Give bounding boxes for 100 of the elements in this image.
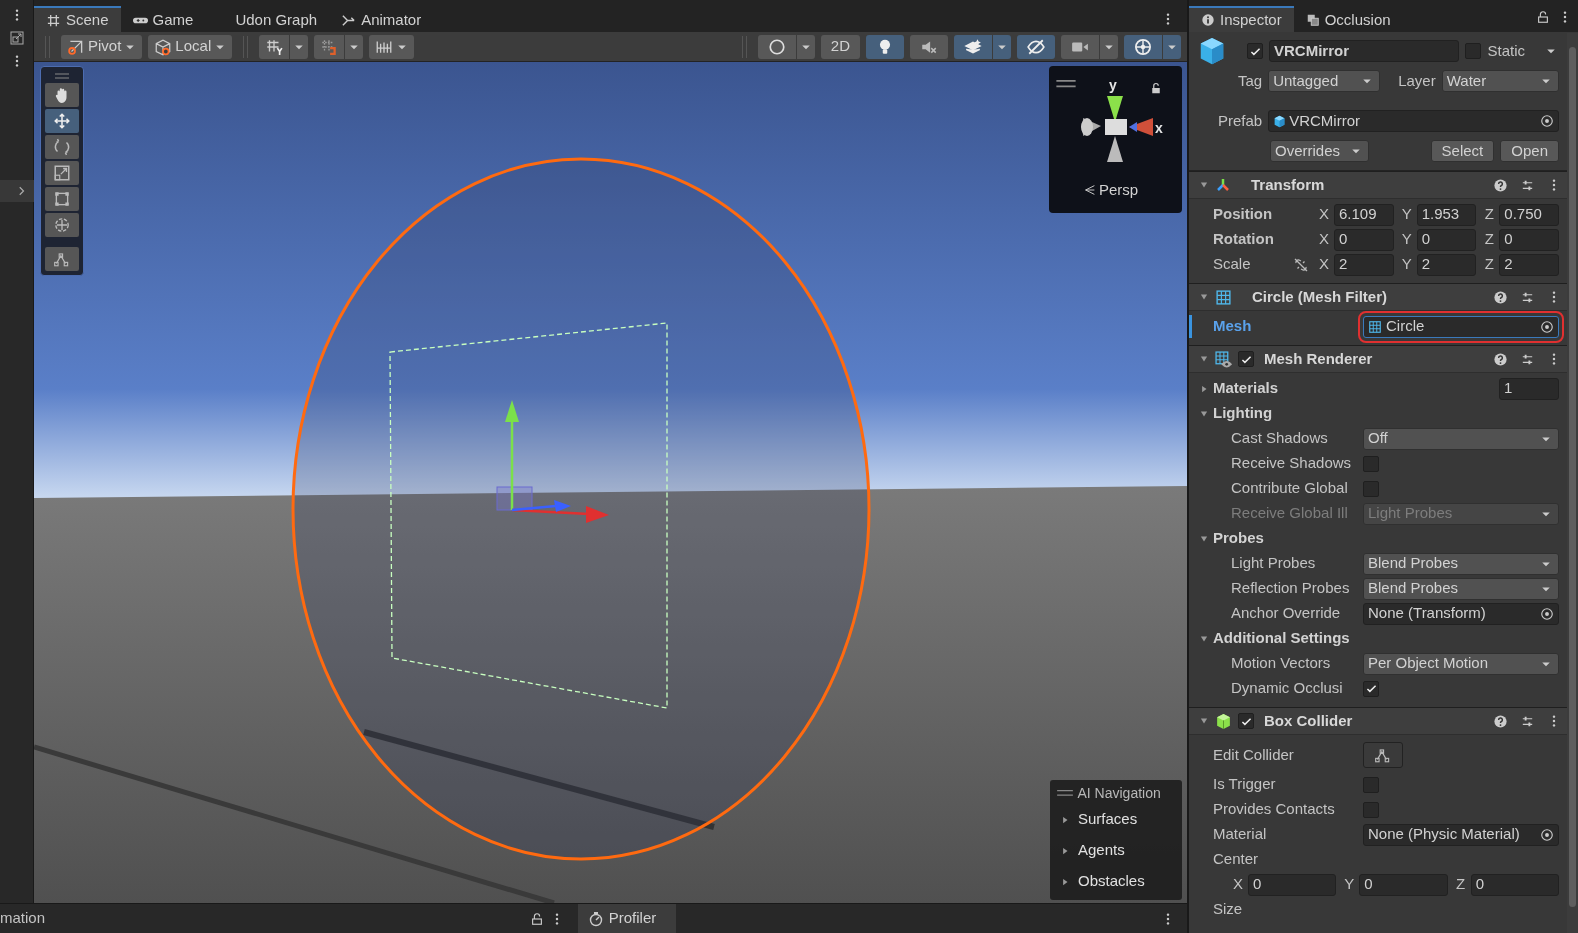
lock-icon[interactable] [1150,82,1162,94]
help-icon[interactable] [1493,177,1508,193]
number-field[interactable]: 1.953 [1416,203,1477,226]
field-label: Motion Vectors [1231,653,1332,674]
toolbar-toggle[interactable] [954,34,992,59]
dropdown[interactable]: Per Object Motion [1363,652,1559,675]
number-field[interactable]: 0.750 [1499,203,1559,226]
checkbox[interactable] [1238,713,1254,729]
overrides-dropdown[interactable]: Overrides [1270,140,1369,162]
window-tab[interactable]: Profiler [577,903,677,933]
toolbar-dropdown[interactable]: Pivot [61,34,143,59]
checkbox[interactable] [1363,455,1379,472]
help-icon[interactable] [1493,713,1508,729]
foldout-toggle[interactable]: Materials [1199,377,1279,400]
dropdown[interactable]: Blend Probes [1363,577,1559,600]
number-field[interactable]: 2 [1499,253,1559,276]
expand-arrow-icon[interactable] [1199,716,1209,726]
checkbox[interactable] [1247,43,1263,59]
overlay-title: AI Navigation [1077,784,1161,803]
unlink-icon[interactable] [1293,256,1309,273]
tool-button[interactable] [45,247,79,271]
tool-button[interactable] [45,187,79,211]
snap-toggle[interactable] [314,34,345,59]
expand-arrow-icon[interactable] [1199,292,1209,302]
axis-label: X [1318,204,1330,225]
object-picker-icon[interactable] [1540,319,1554,334]
window-tab[interactable]: Game [120,6,206,32]
drag-handle-icon[interactable] [52,72,72,80]
help-icon[interactable] [1493,351,1508,367]
number-field[interactable]: 0 [1499,228,1559,251]
object-field[interactable]: None (Physic Material) [1363,823,1559,846]
overlay-item[interactable]: Agents [1056,835,1176,866]
field-label: Static [1487,40,1525,61]
checkbox[interactable] [1363,776,1379,793]
squares-icon [1305,13,1320,27]
number-field[interactable]: 2 [1416,253,1477,276]
axis-label: X [1318,254,1330,275]
object-picker-icon[interactable] [1540,114,1554,128]
tool-button[interactable] [45,109,79,133]
overlay-item[interactable]: Obstacles [1056,866,1176,897]
tool-button[interactable] [45,161,79,185]
object-picker-icon[interactable] [1540,827,1554,842]
checkbox[interactable] [1238,351,1254,367]
number-field[interactable]: 0 [1334,228,1394,251]
foldout-toggle[interactable]: Lighting [1199,402,1273,425]
prefab-button[interactable]: Select [1430,140,1495,162]
window-tab[interactable]: Inspector [1189,6,1294,32]
window-tab[interactable]: Animator [329,6,434,32]
dropdown[interactable]: Blend Probes [1363,552,1559,575]
checkbox[interactable] [1363,480,1379,497]
move-gizmo-drawing[interactable] [496,400,609,523]
layer-dropdown[interactable]: Water [1441,70,1559,92]
toolbar-toggle[interactable] [1124,34,1162,59]
tool-button[interactable] [45,83,79,107]
edit-collider-button[interactable] [1363,742,1403,768]
field-label: Prefab [1218,110,1263,131]
object-field[interactable]: None (Transform) [1363,602,1559,625]
foldout-toggle[interactable]: Additional Settings [1199,627,1350,650]
window-tab[interactable]: Udon Graph [205,6,330,32]
maximize-icon[interactable] [8,30,25,46]
prefab-button[interactable]: Open [1500,140,1559,162]
name-field[interactable]: VRCMirror [1269,40,1460,62]
lock-icon[interactable] [529,911,544,926]
number-field[interactable]: 2 [1334,253,1394,276]
number-field[interactable]: 1 [1499,377,1559,400]
expand-arrow-icon[interactable] [1199,180,1209,190]
help-icon[interactable] [1493,289,1508,305]
expand-arrow-icon[interactable] [1199,354,1209,364]
lock-icon[interactable] [1536,10,1550,24]
mode-toggle[interactable]: 2D [820,34,860,59]
scrollbar[interactable] [1567,33,1578,933]
toolbar-toggle[interactable] [757,34,796,59]
projection-toggle[interactable]: Persp [1083,180,1139,200]
number-field[interactable]: 0 [1359,873,1448,896]
dropdown[interactable]: Off [1363,427,1559,450]
toolbar-toggle[interactable] [866,34,904,59]
checkbox[interactable] [1363,680,1379,697]
number-field[interactable]: 0 [1248,873,1337,896]
checkbox[interactable] [1465,43,1482,59]
tag-dropdown[interactable]: Untagged [1268,70,1381,92]
toolbar-dropdown[interactable]: Local [148,34,233,59]
number-field[interactable]: 6.109 [1334,203,1394,226]
object-picker-icon[interactable] [1540,606,1554,621]
ruler-dropdown[interactable] [369,34,415,59]
foldout-toggle[interactable]: Probes [1199,527,1264,550]
tool-button[interactable] [45,135,79,159]
checkbox[interactable] [1363,801,1379,818]
number-field[interactable]: 0 [1416,228,1477,251]
toolbar-toggle[interactable] [1061,34,1099,59]
prefab-field[interactable]: VRCMirror [1268,110,1559,132]
toolbar-toggle[interactable] [910,34,948,59]
tool-button[interactable] [45,213,79,237]
field-label: Anchor Override [1231,603,1342,624]
window-tab[interactable]: Occlusion [1293,6,1403,32]
toolbar-toggle[interactable] [1017,34,1055,59]
window-tab[interactable]: Scene [34,6,121,32]
field-label: Position [1213,204,1274,225]
number-field[interactable]: 0 [1470,873,1559,896]
snap-toggle[interactable] [259,34,290,59]
overlay-item[interactable]: Surfaces [1056,804,1176,835]
